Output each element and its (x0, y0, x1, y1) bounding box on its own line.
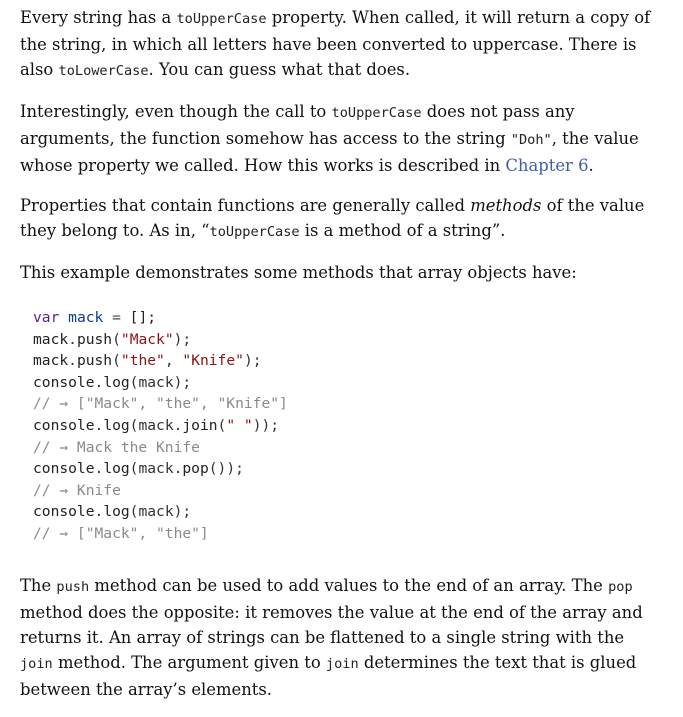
code-variable: console (33, 416, 95, 434)
code-line-7-comment: // → Mack the Knife (33, 438, 200, 456)
code-variable: console (33, 373, 95, 391)
code-operator: = (103, 309, 130, 326)
inline-code: "Doh" (510, 132, 552, 148)
code-line-8: console.log(mack.pop()); (33, 460, 244, 477)
code-variable: mack (33, 352, 69, 370)
document-body: Every string has a toUpperCase property.… (20, 5, 660, 717)
text: The (20, 575, 57, 595)
inline-code: pop (608, 578, 633, 595)
code-text: []; (129, 309, 157, 326)
paragraph-array-methods-intro: This example demonstrates some methods t… (20, 260, 660, 285)
inline-code: toUpperCase (331, 105, 422, 121)
code-line-4: console.log(mack); (33, 374, 191, 391)
text: . You can guess what that does. (148, 60, 411, 79)
code-line-11-comment: // → ["Mack", "the"] (33, 524, 209, 542)
code-text: ); (173, 330, 192, 348)
text: is a method of a string”. (299, 221, 506, 240)
text: method can be used to add values to the … (89, 575, 609, 595)
code-text: ()); (208, 460, 244, 478)
code-text: (mack. (129, 460, 183, 478)
code-variable: console (33, 460, 95, 478)
code-text: (mack. (129, 416, 183, 434)
code-line-2: mack.push("Mack"); (33, 331, 191, 348)
text: This example demonstrates some methods t… (20, 263, 577, 282)
code-property: pop (182, 460, 209, 478)
inline-code: toUpperCase (209, 224, 300, 240)
code-text: ); (243, 352, 262, 370)
inline-code: toUpperCase (176, 11, 267, 27)
code-property: log (103, 416, 130, 434)
code-string: " " (226, 416, 253, 434)
code-variable: mack (68, 309, 104, 326)
code-variable: console (33, 503, 95, 521)
chapter-6-link[interactable]: Chapter 6 (505, 156, 588, 175)
paragraph-methods-definition: Properties that contain functions are ge… (20, 193, 660, 245)
paragraph-push-pop-join: The push method can be used to add value… (20, 573, 660, 702)
code-keyword: var (33, 309, 60, 326)
code-property: push (76, 352, 113, 370)
code-text: ( (112, 330, 121, 348)
code-text: . (94, 373, 104, 391)
code-variable: mack (33, 330, 69, 348)
code-line-6: console.log(mack.join(" ")); (33, 417, 279, 434)
code-line-10: console.log(mack); (33, 503, 191, 520)
code-text: ( (112, 352, 121, 370)
code-string: "the" (120, 352, 165, 370)
code-property: log (103, 460, 130, 478)
code-text: (mack); (129, 373, 192, 391)
code-line-5-comment: // → ["Mack", "the", "Knife"] (33, 395, 288, 413)
code-text: . (68, 330, 77, 348)
text: method does the opposite: it removes the… (20, 602, 643, 647)
inline-code: join (325, 655, 359, 672)
code-property: log (103, 503, 130, 521)
code-text: . (94, 460, 104, 478)
code-text: . (94, 416, 104, 434)
code-property: push (76, 330, 113, 348)
code-string: "Knife" (182, 352, 244, 370)
emphasis-methods: methods (470, 196, 542, 215)
code-text: , (164, 352, 183, 370)
code-text: . (94, 503, 104, 521)
inline-code: push (56, 578, 90, 595)
code-text: (mack); (129, 503, 192, 521)
paragraph-doh-example: Interestingly, even though the call to t… (20, 99, 660, 178)
code-property: join (182, 416, 218, 434)
code-property: log (103, 373, 130, 391)
code-text: . (68, 352, 77, 370)
inline-code: join (20, 655, 53, 672)
code-block: var mack = []; mack.push("Mack"); mack.p… (20, 307, 660, 545)
code-text: )); (252, 416, 280, 434)
code-line-3: mack.push("the", "Knife"); (33, 352, 262, 369)
code-string: "Mack" (120, 330, 174, 348)
inline-code: toLowerCase (58, 63, 149, 79)
paragraph-touppercase-intro: Every string has a toUpperCase property.… (20, 5, 660, 84)
text: Interestingly, even though the call to (20, 102, 332, 121)
text: Every string has a (20, 8, 177, 27)
code-line-1: var mack = []; (33, 309, 156, 326)
text: . (588, 156, 594, 175)
text: method. The argument given to (52, 652, 326, 672)
code-line-9-comment: // → Knife (33, 481, 121, 499)
text: Properties that contain functions are ge… (20, 196, 471, 215)
